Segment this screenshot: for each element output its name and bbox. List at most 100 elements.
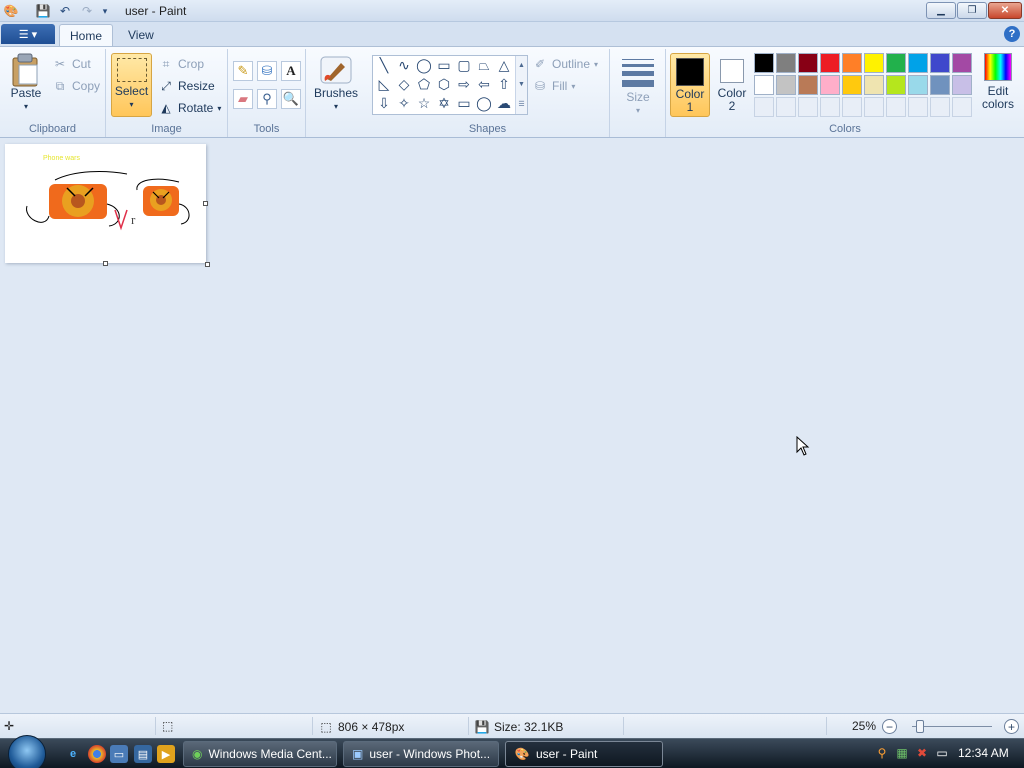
hexagon-shape-icon[interactable]: ⬡: [434, 75, 454, 94]
security-alert-icon[interactable]: ✖: [914, 745, 930, 761]
gallery-expand-icon[interactable]: ☰: [518, 100, 524, 108]
palette-swatch[interactable]: [908, 75, 928, 95]
palette-swatch[interactable]: [842, 53, 862, 73]
oval-callout-shape-icon[interactable]: ◯: [474, 94, 494, 113]
start-button[interactable]: [8, 735, 46, 768]
color2-button[interactable]: Color 2: [712, 53, 752, 117]
oval-shape-icon[interactable]: ◯: [414, 56, 434, 75]
select-dropdown-icon[interactable]: ▾: [129, 98, 133, 111]
system-clock[interactable]: 12:34 AM: [958, 746, 1009, 760]
minimize-button[interactable]: ▁: [926, 2, 956, 19]
zoom-out-button[interactable]: −: [882, 719, 897, 734]
palette-swatch[interactable]: [864, 53, 884, 73]
copy-button[interactable]: ⧉ Copy: [52, 77, 100, 95]
palette-swatch[interactable]: [776, 75, 796, 95]
brushes-button[interactable]: Brushes ▾: [314, 53, 358, 113]
shapes-gallery-scrollbar[interactable]: ▲ ▼ ☰: [515, 56, 527, 114]
palette-swatch[interactable]: [886, 75, 906, 95]
right-triangle-shape-icon[interactable]: ◺: [374, 75, 394, 94]
four-point-star-shape-icon[interactable]: ✧: [394, 94, 414, 113]
pencil-icon[interactable]: ✎: [233, 61, 253, 81]
palette-swatch[interactable]: [798, 75, 818, 95]
customize-quick-access-icon[interactable]: ▾: [96, 2, 114, 20]
six-point-star-shape-icon[interactable]: ✡: [434, 94, 454, 113]
scroll-up-icon[interactable]: ▲: [518, 62, 525, 69]
palette-custom-slot[interactable]: [908, 97, 928, 117]
paste-button[interactable]: Paste ▾: [8, 53, 44, 113]
palette-swatch[interactable]: [820, 53, 840, 73]
rectangle-shape-icon[interactable]: ▭: [434, 56, 454, 75]
triangle-shape-icon[interactable]: △: [494, 56, 514, 75]
palette-swatch[interactable]: [776, 53, 796, 73]
canvas-resize-handle-bottom[interactable]: [103, 261, 108, 266]
left-arrow-shape-icon[interactable]: ⇦: [474, 75, 494, 94]
cloud-callout-shape-icon[interactable]: ☁: [494, 94, 514, 113]
paste-dropdown-icon[interactable]: ▾: [24, 100, 28, 113]
eraser-icon[interactable]: ▰: [233, 89, 253, 109]
task-windows-media-center[interactable]: ◉ Windows Media Cent...: [183, 741, 337, 767]
task-paint[interactable]: 🎨 user - Paint: [505, 741, 663, 767]
zoom-slider-thumb[interactable]: [916, 720, 924, 733]
palette-swatch[interactable]: [754, 75, 774, 95]
palette-swatch[interactable]: [952, 75, 972, 95]
fill-bucket-icon[interactable]: ⛁: [257, 61, 277, 81]
palette-swatch[interactable]: [952, 53, 972, 73]
palette-swatch[interactable]: [842, 75, 862, 95]
pentagon-shape-icon[interactable]: ⬠: [414, 75, 434, 94]
curve-shape-icon[interactable]: ∿: [394, 56, 414, 75]
canvas-resize-handle-right[interactable]: [203, 201, 208, 206]
select-button[interactable]: Select ▾: [111, 53, 152, 117]
up-arrow-shape-icon[interactable]: ⇧: [494, 75, 514, 94]
palette-swatch[interactable]: [754, 53, 774, 73]
palette-custom-slot[interactable]: [776, 97, 796, 117]
text-tool-icon[interactable]: A: [281, 61, 301, 81]
fill-button[interactable]: ⛁ Fill ▾: [532, 77, 575, 95]
restore-button[interactable]: ❐: [957, 2, 987, 19]
canvas-resize-handle-corner[interactable]: [205, 262, 210, 267]
palette-custom-slot[interactable]: [842, 97, 862, 117]
scroll-down-icon[interactable]: ▼: [518, 81, 525, 88]
palette-swatch[interactable]: [886, 53, 906, 73]
network-status-icon[interactable]: ▦: [894, 745, 910, 761]
tab-view[interactable]: View: [118, 24, 164, 46]
palette-custom-slot[interactable]: [952, 97, 972, 117]
canvas-workspace[interactable]: Phone wars r: [0, 139, 1024, 713]
palette-custom-slot[interactable]: [886, 97, 906, 117]
rounded-callout-shape-icon[interactable]: ▭: [454, 94, 474, 113]
search-icon[interactable]: ⚲: [874, 745, 890, 761]
palette-swatch[interactable]: [908, 53, 928, 73]
outline-button[interactable]: ✐ Outline ▾: [532, 55, 598, 73]
zoom-in-button[interactable]: +: [1004, 719, 1019, 734]
rotate-button[interactable]: ◭ Rotate ▾: [158, 99, 221, 117]
rounded-rectangle-shape-icon[interactable]: ▢: [454, 56, 474, 75]
palette-swatch[interactable]: [864, 75, 884, 95]
paint-menu-button[interactable]: ☰ ▾: [1, 24, 55, 44]
chrome-icon[interactable]: [88, 745, 106, 763]
save-icon[interactable]: 💾: [34, 2, 52, 20]
magnifier-icon[interactable]: 🔍: [281, 89, 301, 109]
switch-windows-icon[interactable]: ▤: [134, 745, 152, 763]
redo-icon[interactable]: ↷: [78, 2, 96, 20]
undo-icon[interactable]: ↶: [56, 2, 74, 20]
cut-button[interactable]: ✂ Cut: [52, 55, 91, 73]
show-desktop-icon[interactable]: ▭: [110, 745, 128, 763]
palette-custom-slot[interactable]: [820, 97, 840, 117]
paint-app-icon[interactable]: 🎨: [2, 2, 20, 20]
resize-button[interactable]: ⤢ Resize: [158, 77, 215, 95]
palette-swatch[interactable]: [930, 53, 950, 73]
palette-custom-slot[interactable]: [864, 97, 884, 117]
task-windows-photo-gallery[interactable]: ▣ user - Windows Phot...: [343, 741, 499, 767]
zoom-slider[interactable]: [912, 720, 992, 733]
palette-swatch[interactable]: [798, 53, 818, 73]
color1-button[interactable]: Color 1: [670, 53, 710, 117]
tab-home[interactable]: Home: [59, 24, 114, 46]
size-button[interactable]: Size ▾: [618, 55, 658, 117]
help-icon[interactable]: ?: [1004, 26, 1020, 42]
palette-swatch[interactable]: [930, 75, 950, 95]
palette-custom-slot[interactable]: [798, 97, 818, 117]
palette-swatch[interactable]: [820, 75, 840, 95]
close-button[interactable]: ✕: [988, 2, 1022, 19]
diamond-shape-icon[interactable]: ◇: [394, 75, 414, 94]
internet-explorer-icon[interactable]: e: [64, 745, 82, 763]
edit-colors-button[interactable]: Edit colors: [976, 53, 1020, 111]
